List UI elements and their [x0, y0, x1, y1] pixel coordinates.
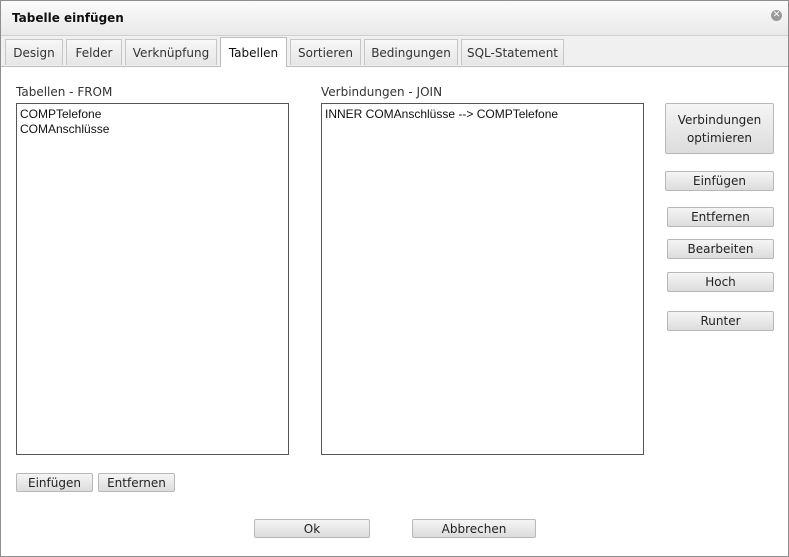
tables-insert-button[interactable]: Einfügen	[16, 473, 93, 492]
join-insert-button[interactable]: Einfügen	[665, 171, 774, 191]
joins-listbox[interactable]: INNER COMAnschlüsse --> COMPTelefone	[321, 103, 644, 455]
tab-strip: Design Felder Verknüpfung Tabellen Sorti…	[1, 36, 788, 67]
tab-design[interactable]: Design	[5, 39, 63, 65]
join-up-button[interactable]: Hoch	[667, 272, 774, 292]
list-item[interactable]: COMPTelefone	[20, 107, 285, 122]
tab-tabellen[interactable]: Tabellen	[220, 37, 287, 67]
joins-label: Verbindungen - JOIN	[321, 85, 443, 99]
window-title: Tabelle einfügen	[12, 11, 124, 25]
join-remove-button[interactable]: Entfernen	[667, 207, 774, 227]
tables-from-label: Tabellen - FROM	[16, 85, 113, 99]
tab-sortieren[interactable]: Sortieren	[290, 39, 361, 65]
join-edit-button[interactable]: Bearbeiten	[667, 239, 774, 259]
ok-button[interactable]: Ok	[254, 519, 370, 538]
dialog-window: Tabelle einfügen ✕ Design Felder Verknüp…	[0, 0, 789, 557]
tables-remove-button[interactable]: Entfernen	[98, 473, 175, 492]
optimize-joins-button[interactable]: Verbindungen optimieren	[665, 103, 774, 154]
cancel-button[interactable]: Abbrechen	[412, 519, 536, 538]
tab-bedingungen[interactable]: Bedingungen	[364, 39, 458, 65]
tab-verknuepfung[interactable]: Verknüpfung	[125, 39, 217, 65]
close-icon[interactable]: ✕	[771, 10, 782, 21]
list-item[interactable]: COMAnschlüsse	[20, 122, 285, 137]
tab-felder[interactable]: Felder	[66, 39, 122, 65]
list-item[interactable]: INNER COMAnschlüsse --> COMPTelefone	[325, 107, 640, 122]
join-down-button[interactable]: Runter	[667, 311, 774, 331]
tab-sql-statement[interactable]: SQL-Statement	[461, 39, 564, 65]
tables-listbox[interactable]: COMPTelefone COMAnschlüsse	[16, 103, 289, 455]
title-bar: Tabelle einfügen ✕	[1, 1, 788, 36]
